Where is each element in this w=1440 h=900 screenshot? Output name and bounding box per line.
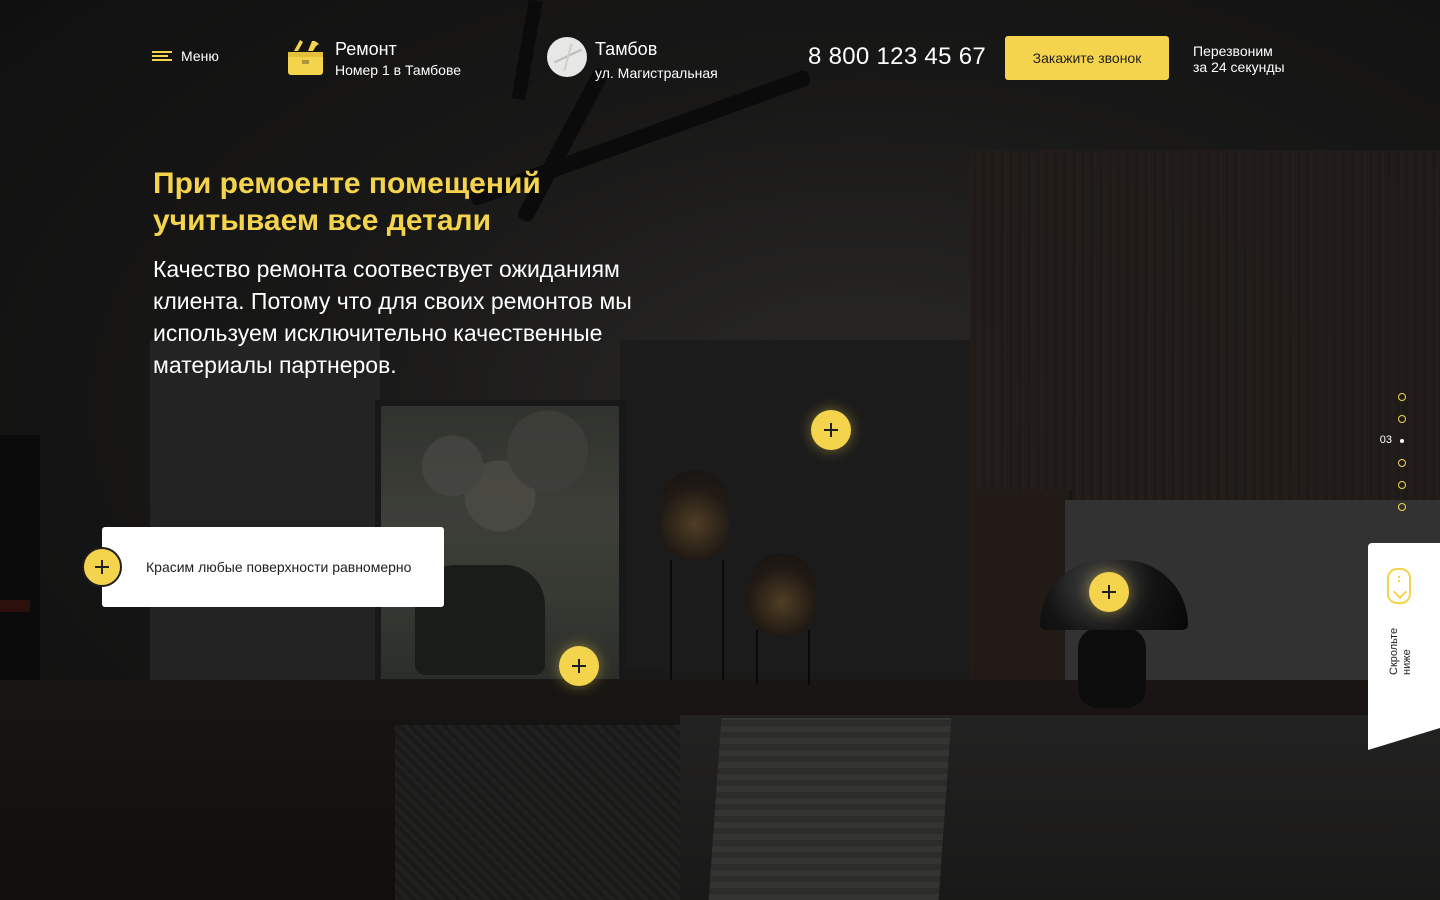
hotspot-tooltip: Красим любые поверхности равномерно <box>102 527 444 607</box>
hero-title: При ремоенте помещений учитываем все дет… <box>153 165 673 239</box>
hotspot-button[interactable] <box>811 410 851 450</box>
slide-pager: 03 <box>1370 390 1410 515</box>
hotspot-button[interactable] <box>559 646 599 686</box>
toolbox-icon <box>288 40 323 75</box>
background-photo <box>0 0 1440 900</box>
plus-icon <box>824 423 838 437</box>
menu-label: Меню <box>181 48 219 64</box>
scroll-label-line: Скрольте <box>1388 627 1400 675</box>
callback-note-line: за 24 секунды <box>1193 59 1285 75</box>
city-address: ул. Магистральная <box>595 65 718 81</box>
site-header: Меню Ремонт Номер 1 в Тамбове Тамбов ул.… <box>0 0 1440 120</box>
plus-icon <box>95 560 109 574</box>
scroll-down-hint[interactable]: Скрольте ниже <box>1368 543 1440 750</box>
callback-note-line: Перезвоним <box>1193 43 1273 59</box>
scroll-label: Скрольте ниже <box>1388 623 1413 683</box>
mouse-scroll-icon <box>1387 568 1411 604</box>
scroll-label-line: ниже <box>1401 649 1413 675</box>
order-call-button[interactable]: Закажите звонок <box>1005 36 1169 80</box>
city-location[interactable]: Тамбов ул. Магистральная <box>547 37 718 81</box>
hamburger-icon <box>152 51 172 61</box>
callback-note: Перезвоним за 24 секунды <box>1193 43 1285 75</box>
pager-current-number: 03 <box>1379 434 1392 446</box>
plus-icon <box>572 659 586 673</box>
hero-description: Качество ремонта соотвествует ожиданиям … <box>153 256 632 378</box>
hero-title-line: учитываем все детали <box>153 204 492 237</box>
hotspot-button-active[interactable] <box>82 547 122 587</box>
pager-dot[interactable] <box>1398 393 1406 401</box>
hotspot-button[interactable] <box>1089 572 1129 612</box>
city-title: Тамбов <box>595 39 658 59</box>
pager-dot-active[interactable] <box>1400 439 1404 443</box>
map-thumbnail <box>547 37 587 77</box>
hero-title-line: При ремоенте помещений <box>153 167 541 200</box>
pager-dot[interactable] <box>1398 481 1406 489</box>
menu-button[interactable]: Меню <box>152 48 219 64</box>
tooltip-text: Красим любые поверхности равномерно <box>146 559 412 575</box>
phone-number[interactable]: 8 800 123 45 67 <box>808 43 986 71</box>
brand-subtitle: Номер 1 в Тамбове <box>335 62 462 78</box>
brand-title: Ремонт <box>335 39 397 59</box>
pager-dot[interactable] <box>1398 459 1406 467</box>
plus-icon <box>1102 585 1116 599</box>
brand-logo[interactable]: Ремонт Номер 1 в Тамбове <box>286 38 461 77</box>
pager-dot[interactable] <box>1398 503 1406 511</box>
pager-dot[interactable] <box>1398 415 1406 423</box>
